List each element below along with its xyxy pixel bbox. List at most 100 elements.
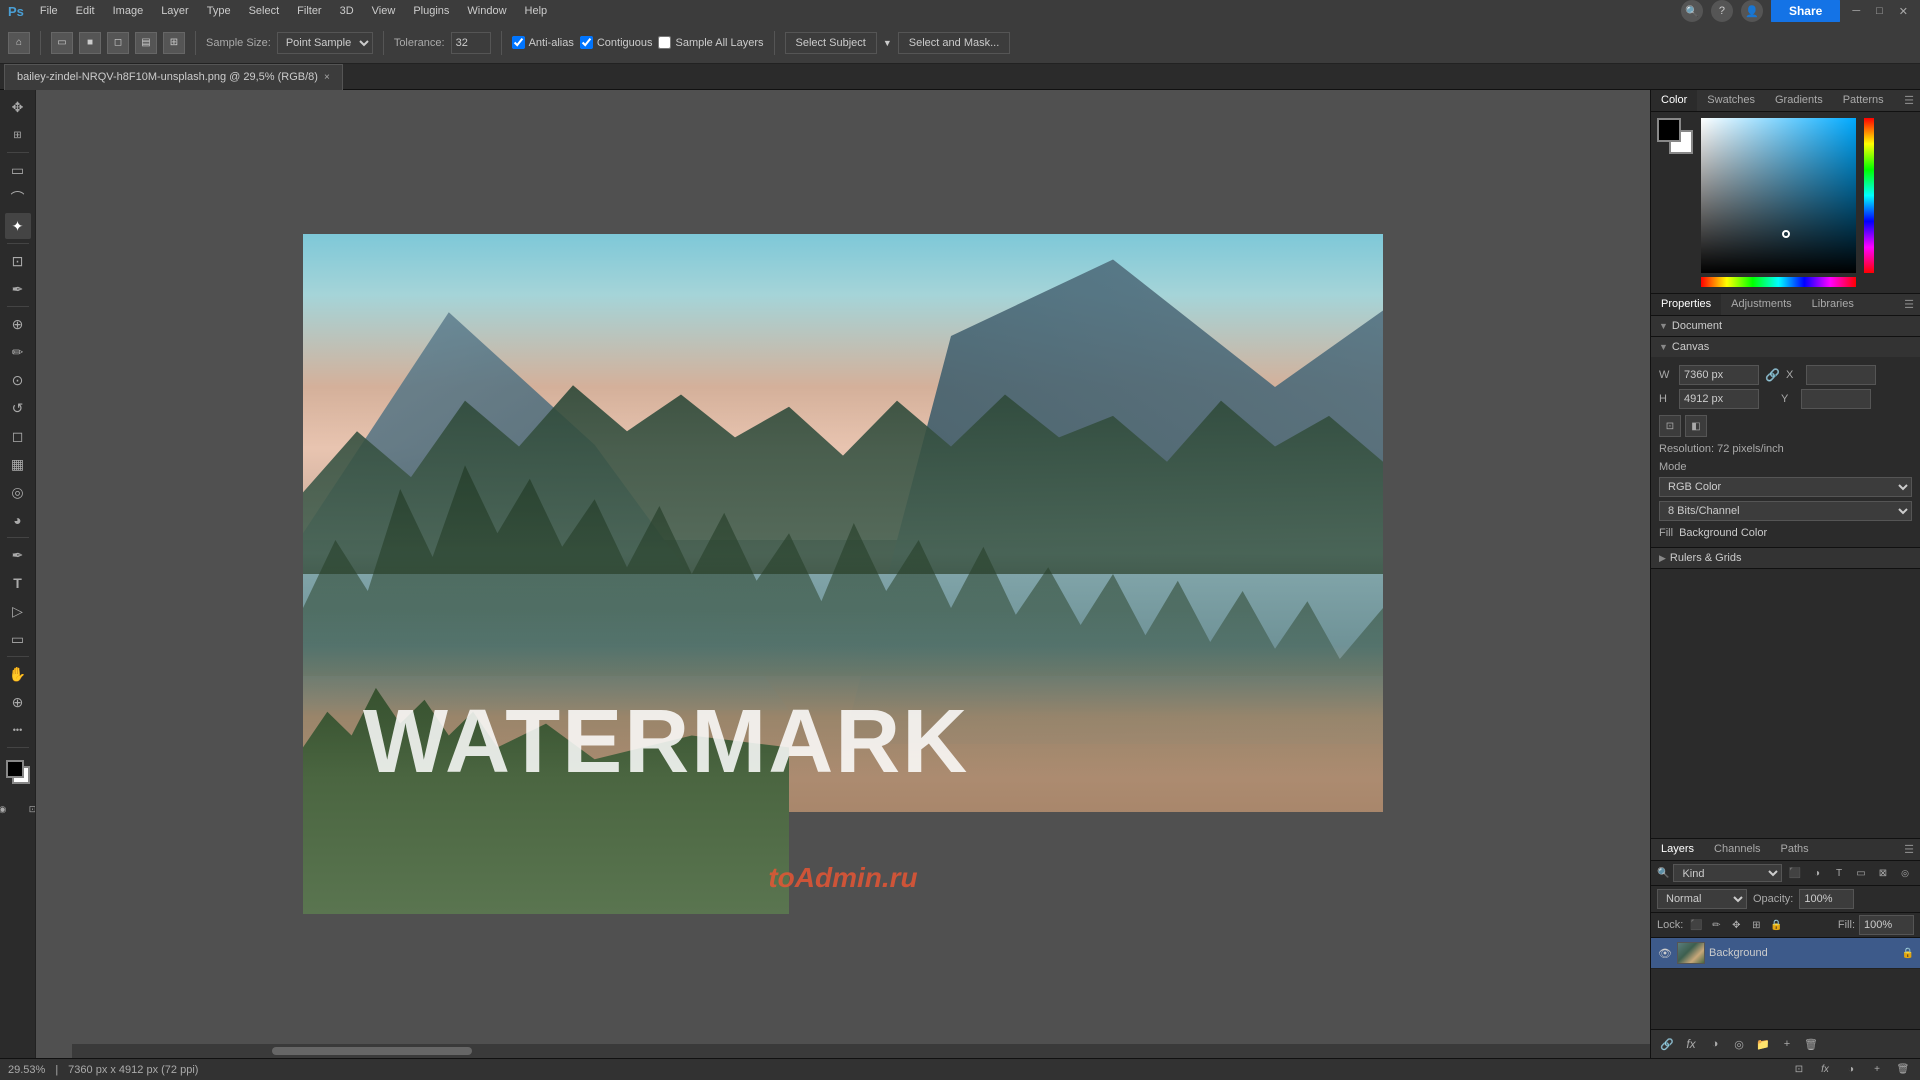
eyedropper-tool[interactable]: ✒ bbox=[5, 276, 31, 302]
canvas-size-icon-btn[interactable]: ⊡ bbox=[1659, 415, 1681, 437]
layers-filter-pixel-icon[interactable]: ⬛ bbox=[1786, 864, 1804, 882]
lock-all-icon[interactable]: 🔒 bbox=[1767, 916, 1785, 934]
blur-tool[interactable]: ◎ bbox=[5, 479, 31, 505]
contiguous-checkbox[interactable] bbox=[580, 36, 593, 49]
layers-filter-shape-icon[interactable]: ▭ bbox=[1852, 864, 1870, 882]
user-icon[interactable]: 👤 bbox=[1741, 0, 1763, 22]
layers-filter-type-icon[interactable]: T bbox=[1830, 864, 1848, 882]
tool-mode-4[interactable]: ▤ bbox=[135, 32, 157, 54]
fill-input[interactable] bbox=[1859, 915, 1914, 935]
layers-filter-on-icon[interactable]: ◎ bbox=[1896, 864, 1914, 882]
search-icon[interactable]: 🔍 bbox=[1681, 0, 1703, 22]
properties-panel-menu-icon[interactable]: ☰ bbox=[1898, 294, 1920, 315]
pen-tool[interactable]: ✒ bbox=[5, 542, 31, 568]
tab-channels[interactable]: Channels bbox=[1704, 839, 1770, 860]
tool-mode-2[interactable]: ■ bbox=[79, 32, 101, 54]
select-subject-btn[interactable]: Select Subject bbox=[785, 32, 877, 54]
hue-slider[interactable] bbox=[1701, 277, 1856, 287]
color-mode-select[interactable]: RGB Color bbox=[1659, 477, 1912, 497]
lasso-tool[interactable]: ⌒ bbox=[5, 185, 31, 211]
menu-3d[interactable]: 3D bbox=[332, 3, 362, 19]
tab-adjustments[interactable]: Adjustments bbox=[1721, 294, 1802, 315]
clone-tool[interactable]: ⊙ bbox=[5, 367, 31, 393]
tool-mode-3[interactable]: ◻ bbox=[107, 32, 129, 54]
status-delete-icon[interactable]: 🗑 bbox=[1894, 1061, 1912, 1079]
layer-adjustment-btn[interactable]: ◎ bbox=[1729, 1034, 1749, 1054]
healing-tool[interactable]: ⊕ bbox=[5, 311, 31, 337]
document-section-header[interactable]: ▼ Document bbox=[1651, 316, 1920, 336]
lock-position-icon[interactable]: ✥ bbox=[1727, 916, 1745, 934]
opacity-input[interactable] bbox=[1799, 889, 1854, 909]
hand-tool[interactable]: ✋ bbox=[5, 661, 31, 687]
menu-select[interactable]: Select bbox=[241, 3, 288, 19]
fg-color-swatch[interactable] bbox=[1657, 118, 1681, 142]
path-selection-tool[interactable]: ▷ bbox=[5, 598, 31, 624]
tab-swatches[interactable]: Swatches bbox=[1697, 90, 1765, 111]
menu-filter[interactable]: Filter bbox=[289, 3, 329, 19]
tool-mode-5[interactable]: ⊞ bbox=[163, 32, 185, 54]
history-brush-tool[interactable]: ↺ bbox=[5, 395, 31, 421]
tab-color[interactable]: Color bbox=[1651, 90, 1697, 111]
width-input[interactable] bbox=[1679, 365, 1759, 385]
brush-tool[interactable]: ✏ bbox=[5, 339, 31, 365]
shape-tool[interactable]: ▭ bbox=[5, 626, 31, 652]
dodge-tool[interactable]: ◕ bbox=[5, 507, 31, 533]
foreground-color-box[interactable] bbox=[6, 760, 24, 778]
layers-filter-adjustment-icon[interactable]: ◑ bbox=[1808, 864, 1826, 882]
tool-mode-1[interactable]: ▭ bbox=[51, 32, 73, 54]
layer-delete-btn[interactable]: 🗑 bbox=[1801, 1034, 1821, 1054]
tool-home-btn[interactable]: ⌂ bbox=[8, 32, 30, 54]
layers-kind-filter[interactable]: Kind bbox=[1673, 864, 1782, 882]
menu-window[interactable]: Window bbox=[459, 3, 514, 19]
rulers-grids-header[interactable]: ▶ Rulers & Grids bbox=[1651, 548, 1920, 568]
share-button[interactable]: Share bbox=[1771, 0, 1840, 24]
sample-size-select[interactable]: Point Sample bbox=[277, 32, 373, 54]
layer-name[interactable]: Background bbox=[1709, 947, 1898, 959]
eraser-tool[interactable]: ◻ bbox=[5, 423, 31, 449]
magic-wand-tool[interactable]: ✦ bbox=[5, 213, 31, 239]
bits-select[interactable]: 8 Bits/Channel bbox=[1659, 501, 1912, 521]
tab-close-btn[interactable]: × bbox=[324, 72, 330, 83]
y-input[interactable] bbox=[1801, 389, 1871, 409]
tab-paths[interactable]: Paths bbox=[1771, 839, 1819, 860]
canvas-image[interactable]: WATERMARK toAdmin.ru bbox=[303, 234, 1383, 914]
link-chain-icon[interactable]: 🔗 bbox=[1765, 368, 1780, 382]
more-tools-btn[interactable]: ••• bbox=[5, 717, 31, 743]
zoom-tool[interactable]: ⊕ bbox=[5, 689, 31, 715]
layer-visibility-toggle[interactable]: 👁 bbox=[1657, 945, 1673, 961]
tab-properties[interactable]: Properties bbox=[1651, 294, 1721, 315]
menu-edit[interactable]: Edit bbox=[68, 3, 103, 19]
menu-plugins[interactable]: Plugins bbox=[405, 3, 457, 19]
status-layer-icon[interactable]: ◑ bbox=[1842, 1061, 1860, 1079]
layer-new-btn[interactable]: + bbox=[1777, 1034, 1797, 1054]
select-mask-btn[interactable]: Select and Mask... bbox=[898, 32, 1011, 54]
document-tab[interactable]: bailey-zindel-NRQV-h8F10M-unsplash.png @… bbox=[4, 64, 343, 90]
menu-view[interactable]: View bbox=[364, 3, 404, 19]
move-tool[interactable]: ✥ bbox=[5, 94, 31, 120]
image-size-icon-btn[interactable]: ◧ bbox=[1685, 415, 1707, 437]
tab-layers[interactable]: Layers bbox=[1651, 839, 1704, 860]
layers-filter-smartobj-icon[interactable]: ⊠ bbox=[1874, 864, 1892, 882]
status-new-icon[interactable]: + bbox=[1868, 1061, 1886, 1079]
layer-link-btn[interactable]: 🔗 bbox=[1657, 1034, 1677, 1054]
timeline-icon[interactable]: ⊡ bbox=[1790, 1061, 1808, 1079]
gradient-tool[interactable]: ▦ bbox=[5, 451, 31, 477]
layers-panel-menu-icon[interactable]: ☰ bbox=[1898, 839, 1920, 860]
menu-file[interactable]: File bbox=[32, 3, 66, 19]
hue-vertical-bar[interactable] bbox=[1864, 118, 1874, 273]
color-panel-menu-icon[interactable]: ☰ bbox=[1898, 90, 1920, 111]
maximize-icon[interactable]: □ bbox=[1872, 5, 1887, 17]
layer-group-btn[interactable]: 📁 bbox=[1753, 1034, 1773, 1054]
help-icon[interactable]: ? bbox=[1711, 0, 1733, 22]
close-icon[interactable]: ✕ bbox=[1895, 5, 1912, 18]
anti-alias-checkbox[interactable] bbox=[512, 36, 525, 49]
marquee-tool[interactable]: ▭ bbox=[5, 157, 31, 183]
layer-fx-btn[interactable]: fx bbox=[1681, 1034, 1701, 1054]
menu-type[interactable]: Type bbox=[199, 3, 239, 19]
menu-help[interactable]: Help bbox=[517, 3, 556, 19]
select-subject-dropdown-icon[interactable]: ▼ bbox=[883, 38, 892, 48]
crop-tool[interactable]: ⊡ bbox=[5, 248, 31, 274]
tolerance-input[interactable] bbox=[451, 32, 491, 54]
tab-patterns[interactable]: Patterns bbox=[1833, 90, 1894, 111]
h-scrollbar[interactable] bbox=[72, 1044, 1650, 1058]
